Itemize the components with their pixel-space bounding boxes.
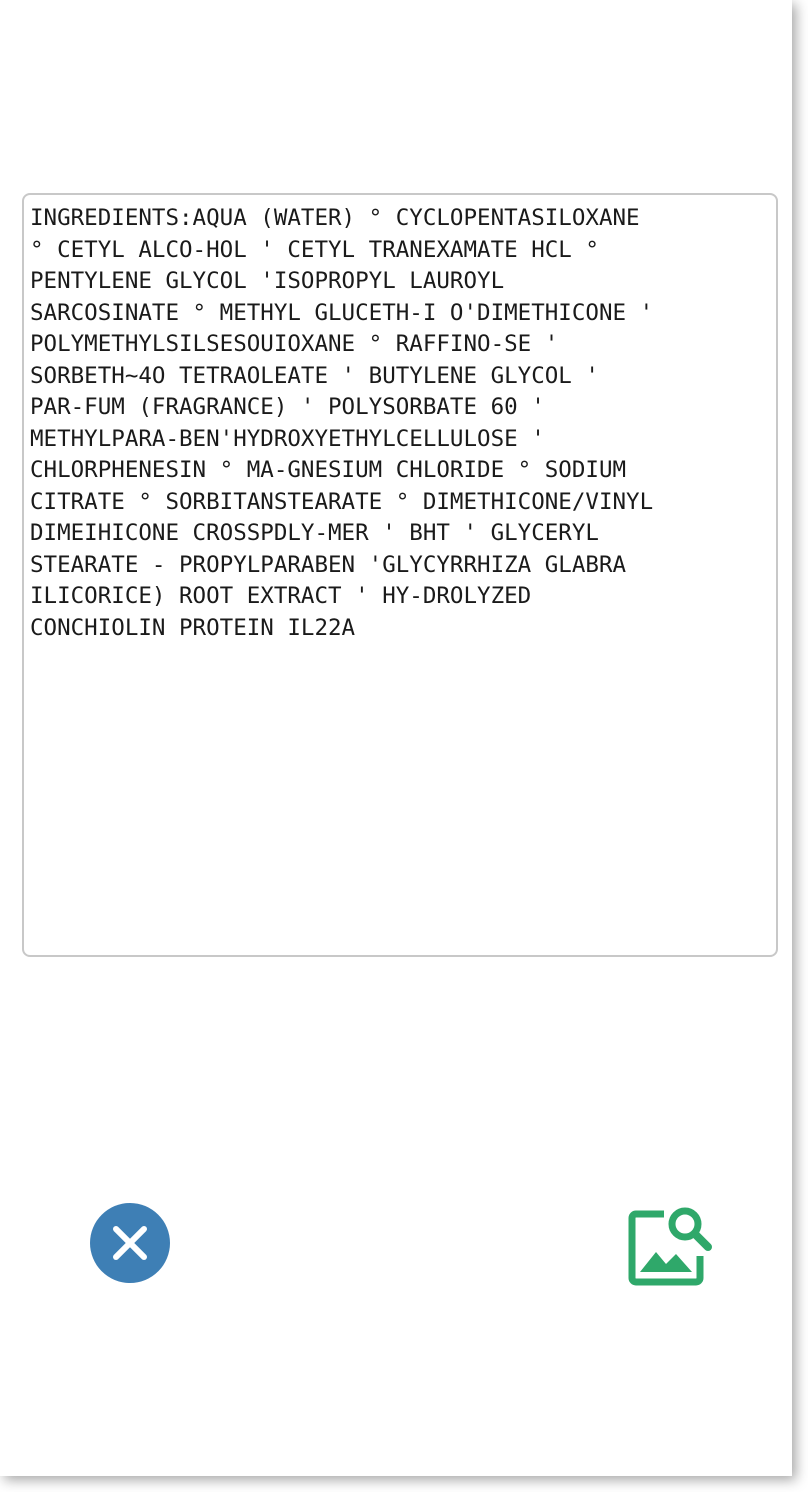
ocr-text-line: CITRATE ° SORBITANSTEARATE ° DIMETHICONE… [30, 488, 654, 515]
ocr-text-line: CHLORPHENESIN ° MA-GNESIUM CHLORIDE ° SO… [30, 457, 627, 483]
ocr-text-line: METHYLPARA-BEN'HYDROXYETHYLCELLULOSE ' [30, 425, 545, 452]
ocr-text-line: INGREDIENTS:AQUA (WATER) ° CYCLOPENTASIL… [30, 205, 640, 231]
ocr-text-area[interactable]: INGREDIENTS:AQUA (WATER) ° CYCLOPENTASIL… [22, 193, 778, 957]
ocr-text-line: STEARATE - PROPYLPARABEN 'GLYCYRRHIZA GL… [30, 551, 627, 578]
ocr-text-line: ILICORICE) ROOT EXTRACT ' HY-DROLYZED [30, 583, 532, 609]
close-icon [113, 1226, 147, 1260]
ocr-text-line: PENTYLENE GLYCOL 'ISOPROPYL LAUROYL [30, 268, 505, 294]
ocr-text-line: DIMEIHICONE CROSSPDLY-MER ' BHT ' GLYCER… [30, 520, 599, 546]
image-search-button[interactable] [626, 1204, 714, 1286]
ocr-text-line: CONCHIOLIN PROTEIN IL22A [30, 614, 356, 641]
ocr-text: INGREDIENTS:AQUA (WATER) ° CYCLOPENTASIL… [30, 203, 770, 644]
ocr-text-line: SORBETH~4O TETRAOLEATE ' BUTYLENE GLYCOL… [30, 362, 599, 389]
ocr-text-line: POLYMETHYLSILSESOUIOXANE ° RAFFINO-SE ' [30, 331, 559, 357]
image-search-icon [628, 1207, 712, 1286]
screen: INGREDIENTS:AQUA (WATER) ° CYCLOPENTASIL… [0, 0, 792, 1476]
close-button[interactable] [90, 1203, 170, 1283]
ocr-text-line: SARCOSINATE ° METHYL GLUCETH-I O'DIMETHI… [30, 299, 654, 326]
ocr-text-line: ° CETYL ALCO-HOL ' CETYL TRANEXAMATE HCL… [30, 236, 599, 263]
ocr-text-line: PAR-FUM (FRAGRANCE) ' POLYSORBATE 60 ' [30, 394, 545, 420]
